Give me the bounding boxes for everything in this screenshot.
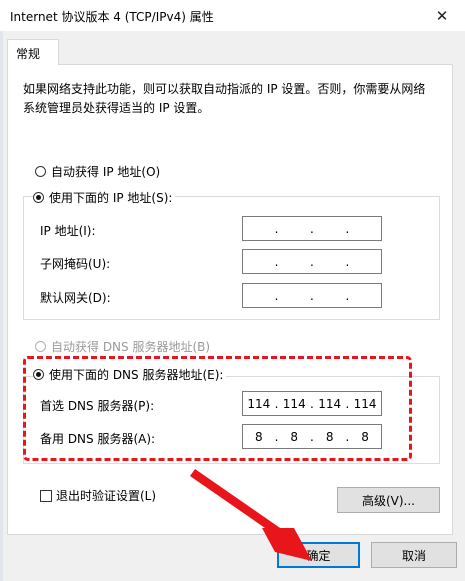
manual-ip-option[interactable]: 使用下面的 IP 地址(S): xyxy=(33,189,176,206)
subnet-mask-input[interactable]: . . . xyxy=(242,249,382,274)
octet-dot: . xyxy=(274,254,279,269)
preferred-dns-label: 首选 DNS 服务器(P): xyxy=(40,399,155,413)
manual-dns-radio[interactable] xyxy=(33,369,44,380)
octet: 8 xyxy=(255,429,263,444)
auto-ip-label: 自动获得 IP 地址(O) xyxy=(51,165,161,179)
close-button[interactable]: ✕ xyxy=(419,0,465,31)
octet-dot: . xyxy=(310,429,314,444)
advanced-button[interactable]: 高级(V)... xyxy=(337,487,440,513)
octet-dot: . xyxy=(345,396,350,411)
octet-dot: . xyxy=(345,429,350,444)
octet-dot: . xyxy=(274,429,279,444)
title-bar: Internet 协议版本 4 (TCP/IPv4) 属性 ✕ xyxy=(0,0,465,31)
octet: 8 xyxy=(361,429,369,444)
auto-dns-label: 自动获得 DNS 服务器地址(B) xyxy=(51,340,211,354)
subnet-mask-label: 子网掩码(U): xyxy=(40,257,111,271)
manual-dns-option[interactable]: 使用下面的 DNS 服务器地址(E): xyxy=(33,366,227,383)
octet-dot: . xyxy=(274,288,279,303)
default-gateway-input[interactable]: . . . xyxy=(242,283,382,308)
octet-dot: . xyxy=(274,396,279,411)
validate-on-exit-option[interactable]: 退出时验证设置(L) xyxy=(40,487,156,504)
octet-dot: . xyxy=(310,221,314,236)
manual-ip-label: 使用下面的 IP 地址(S): xyxy=(49,191,173,205)
alternate-dns-label: 备用 DNS 服务器(A): xyxy=(40,432,156,446)
auto-ip-radio[interactable] xyxy=(35,166,46,177)
octet-dot: . xyxy=(345,288,350,303)
octet: 114 xyxy=(282,396,306,411)
close-icon: ✕ xyxy=(435,6,449,25)
manual-dns-label: 使用下面的 DNS 服务器地址(E): xyxy=(49,368,224,382)
ok-button[interactable]: 确定 xyxy=(277,542,360,568)
ip-address-label: IP 地址(I): xyxy=(40,224,96,238)
alternate-dns-input[interactable]: 8. 8. 8. 8 xyxy=(242,424,382,449)
octet-dot: . xyxy=(345,221,350,236)
description-text: 如果网络支持此功能，则可以获取自动指派的 IP 设置。否则，你需要从网络系统管理… xyxy=(23,82,426,115)
window-title: Internet 协议版本 4 (TCP/IPv4) 属性 xyxy=(10,10,214,24)
ip-address-input[interactable]: . . . xyxy=(242,216,382,241)
window-edge xyxy=(0,31,3,581)
manual-ip-radio[interactable] xyxy=(33,192,44,203)
octet-dot: . xyxy=(310,254,314,269)
dns-settings-group xyxy=(23,376,440,464)
validate-on-exit-checkbox[interactable] xyxy=(40,489,52,502)
tab-general[interactable]: 常规 xyxy=(7,39,59,65)
octet-dot: . xyxy=(345,254,350,269)
octet: 114 xyxy=(353,396,377,411)
octet: 8 xyxy=(325,429,334,444)
preferred-dns-input[interactable]: 114. 114. 114. 114 xyxy=(242,391,382,416)
octet: 114 xyxy=(247,396,271,411)
octet: 8 xyxy=(290,429,299,444)
octet: 114 xyxy=(318,396,342,411)
default-gateway-label: 默认网关(D): xyxy=(40,291,111,305)
octet-dot: . xyxy=(310,288,314,303)
auto-dns-option[interactable]: 自动获得 DNS 服务器地址(B) xyxy=(35,338,214,355)
octet-dot: . xyxy=(310,396,314,411)
auto-dns-radio[interactable] xyxy=(35,341,46,352)
auto-ip-option[interactable]: 自动获得 IP 地址(O) xyxy=(35,163,164,180)
octet-dot: . xyxy=(274,221,279,236)
cancel-button[interactable]: 取消 xyxy=(371,542,457,568)
validate-on-exit-label: 退出时验证设置(L) xyxy=(56,489,157,503)
